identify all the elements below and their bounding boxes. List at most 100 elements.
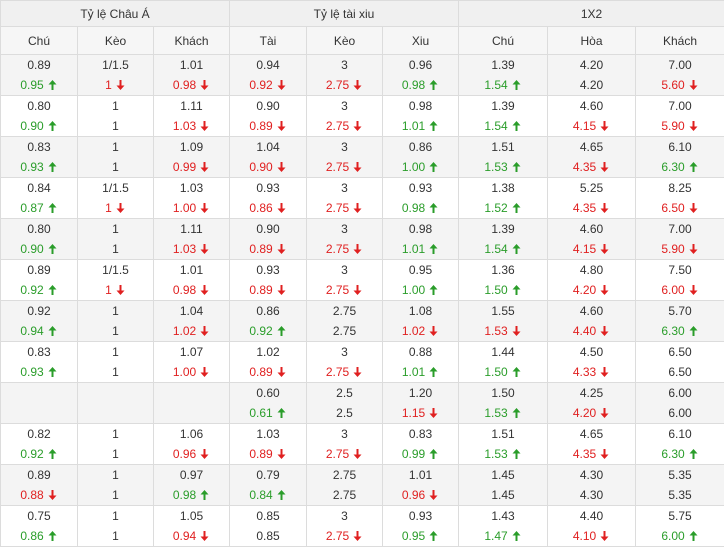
odds-cell: 1/1.51 — [78, 178, 154, 219]
arrow-down-icon — [353, 531, 363, 541]
odds-value: 1.43 — [491, 506, 514, 526]
odds-value: 4.60 — [580, 96, 603, 116]
opening-odds: 1.51 — [491, 137, 514, 157]
odds-value: 1 — [112, 342, 119, 362]
odds-value: 1 — [112, 301, 119, 321]
arrow-up-icon — [512, 367, 522, 377]
opening-odds: 1.20 — [409, 383, 432, 403]
odds-value: 0.89 — [249, 362, 272, 382]
arrow-down-icon — [353, 367, 363, 377]
opening-odds: 4.40 — [580, 506, 603, 526]
current-odds: 2.75 — [326, 75, 363, 95]
opening-odds: 4.80 — [580, 260, 603, 280]
arrow-down-icon — [600, 408, 610, 418]
table-row[interactable]: 0.820.92111.060.961.030.8932.750.830.991… — [1, 424, 724, 465]
current-odds: 1.00 — [173, 362, 210, 382]
odds-cell: 0.830.93 — [1, 137, 78, 178]
odds-value: 6.10 — [668, 137, 691, 157]
current-odds: 4.40 — [573, 321, 610, 341]
current-odds: 0.84 — [249, 485, 286, 505]
odds-value: 7.00 — [668, 96, 691, 116]
table-row[interactable]: 0.830.93111.071.001.020.8932.750.881.011… — [1, 342, 724, 383]
arrow-up-icon — [48, 244, 58, 254]
odds-value: 5.35 — [668, 465, 691, 485]
table-row[interactable]: 0.840.871/1.511.031.000.930.8632.750.930… — [1, 178, 724, 219]
odds-cell: 7.005.90 — [636, 96, 724, 137]
current-odds: 0.86 — [20, 526, 57, 546]
table-row[interactable]: 0.890.951/1.511.010.980.940.9232.750.960… — [1, 55, 724, 96]
odds-value: 1.03 — [173, 116, 196, 136]
current-odds: 0.94 — [20, 321, 57, 341]
arrow-up-icon — [512, 285, 522, 295]
table-row[interactable]: 0.890.921/1.511.010.980.930.8932.750.951… — [1, 260, 724, 301]
odds-value: 0.96 — [402, 485, 425, 505]
table-row[interactable]: 0.920.94111.041.020.860.922.752.751.081.… — [1, 301, 724, 342]
table-row[interactable]: 0.800.90111.111.030.900.8932.750.981.011… — [1, 96, 724, 137]
opening-odds: 0.86 — [256, 301, 279, 321]
arrow-down-icon — [277, 244, 287, 254]
odds-value: 3 — [341, 424, 348, 444]
current-odds: 0.89 — [249, 116, 286, 136]
current-odds: 1.52 — [484, 198, 521, 218]
odds-cell: 32.75 — [307, 96, 383, 137]
group-header-1x2: 1X2 — [459, 1, 724, 27]
odds-value: 0.90 — [256, 96, 279, 116]
table-row[interactable]: 0.830.93111.090.991.040.9032.750.861.001… — [1, 137, 724, 178]
odds-value: 0.95 — [409, 260, 432, 280]
odds-cell: 0.840.87 — [1, 178, 78, 219]
odds-cell: 4.204.20 — [548, 55, 636, 96]
odds-cell: 4.304.30 — [548, 465, 636, 506]
opening-odds: 1.36 — [491, 260, 514, 280]
arrow-down-icon — [600, 203, 610, 213]
current-odds: 0.89 — [249, 444, 286, 464]
current-odds: 5.90 — [661, 116, 698, 136]
current-odds: 6.00 — [661, 280, 698, 300]
table-row[interactable]: 0.600.612.52.51.201.151.501.534.254.206.… — [1, 383, 724, 424]
odds-value: 4.35 — [573, 157, 596, 177]
odds-value: 1 — [112, 485, 119, 505]
odds-value: 2.75 — [326, 157, 349, 177]
col-header-over: Tài — [230, 27, 307, 55]
odds-value: 0.93 — [409, 178, 432, 198]
odds-value: 1.01 — [402, 362, 425, 382]
arrow-down-icon — [600, 326, 610, 336]
odds-value: 6.00 — [668, 383, 691, 403]
opening-odds: 1 — [112, 96, 119, 116]
table-row[interactable]: 0.890.88110.970.980.790.842.752.751.010.… — [1, 465, 724, 506]
odds-cell: 11 — [78, 342, 154, 383]
opening-odds: 1.02 — [256, 342, 279, 362]
odds-value: 0.89 — [249, 116, 272, 136]
opening-odds: 6.50 — [668, 342, 691, 362]
odds-cell: 0.800.90 — [1, 219, 78, 260]
odds-cell: 1.381.52 — [459, 178, 548, 219]
current-odds: 2.75 — [326, 116, 363, 136]
odds-value: 0.98 — [402, 198, 425, 218]
current-odds: 1.47 — [484, 526, 521, 546]
opening-odds: 5.25 — [580, 178, 603, 198]
current-odds: 1 — [112, 444, 119, 464]
odds-cell: 4.654.35 — [548, 137, 636, 178]
odds-value: 1 — [105, 198, 112, 218]
odds-value: 6.30 — [661, 321, 684, 341]
arrow-up-icon — [512, 449, 522, 459]
odds-cell: 0.850.85 — [230, 506, 307, 547]
odds-value: 1.02 — [173, 321, 196, 341]
odds-value: 0.83 — [27, 342, 50, 362]
arrow-down-icon — [600, 244, 610, 254]
odds-cell: 0.861.00 — [383, 137, 459, 178]
arrow-down-icon — [353, 162, 363, 172]
table-row[interactable]: 0.750.86111.050.940.850.8532.750.930.951… — [1, 506, 724, 547]
table-row[interactable]: 0.800.90111.111.030.900.8932.750.981.011… — [1, 219, 724, 260]
current-odds: 1 — [112, 116, 119, 136]
odds-value: 0.89 — [249, 444, 272, 464]
col-header-handicap: Kèo — [78, 27, 154, 55]
current-odds: 5.60 — [661, 75, 698, 95]
current-odds: 0.99 — [402, 444, 439, 464]
opening-odds: 7.00 — [668, 96, 691, 116]
odds-cell: 32.75 — [307, 260, 383, 301]
odds-value: 1.00 — [173, 198, 196, 218]
current-odds: 0.95 — [402, 526, 439, 546]
current-odds: 0.88 — [20, 485, 57, 505]
odds-value: 1 — [112, 219, 119, 239]
odds-value: 4.30 — [580, 485, 603, 505]
